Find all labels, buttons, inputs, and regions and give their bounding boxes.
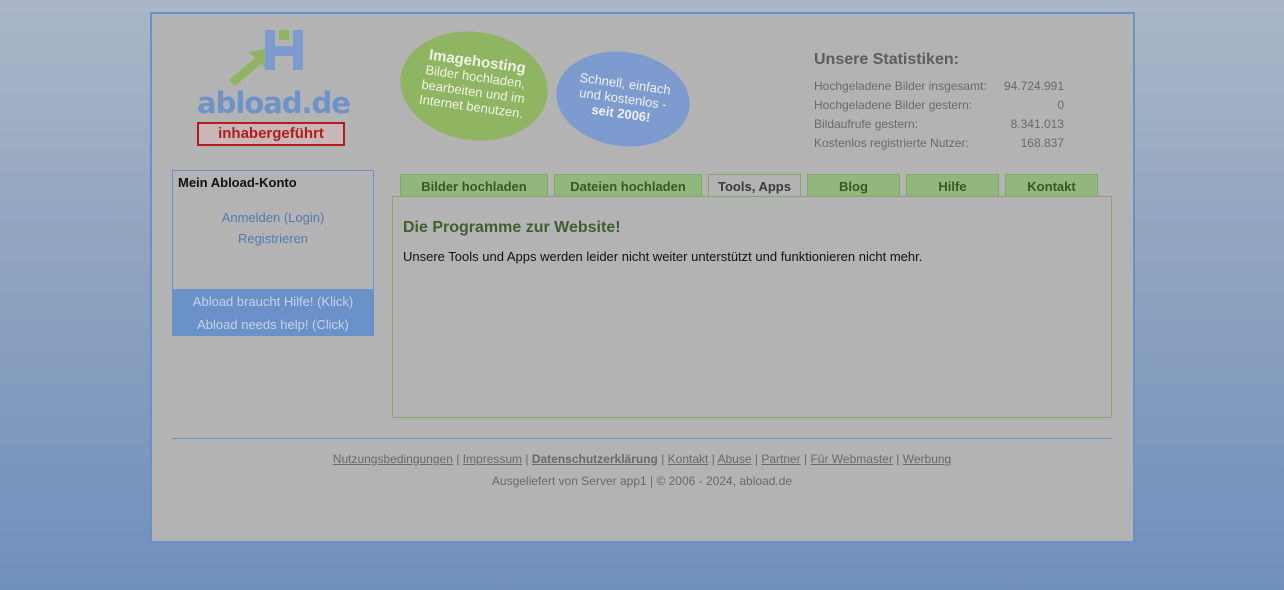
footer-link-kontakt[interactable]: Kontakt [668,452,709,466]
footer-link-nutzungsbedingungen[interactable]: Nutzungsbedingungen [333,452,453,466]
stat-row: Bildaufrufe gestern: 8.341.013 [814,115,1064,134]
footer-links: Nutzungsbedingungen | Impressum | Datens… [332,452,952,466]
stat-value: 168.837 [1020,136,1064,150]
register-link[interactable]: Registrieren [173,231,373,246]
stats-title: Unsere Statistiken: [814,51,959,68]
footer-note: Ausgeliefert von Server app1 | © 2006 - … [491,474,793,488]
help-box: Abload braucht Hilfe! (Klick) Abload nee… [172,290,374,336]
help-link-de[interactable]: Abload braucht Hilfe! (Klick) [172,290,374,313]
stat-label: Kostenlos registrierte Nutzer: [814,136,969,150]
footer-link-webmaster[interactable]: Für Webmaster [810,452,892,466]
stat-label: Hochgeladene Bilder gestern: [814,98,973,112]
content-heading: Die Programme zur Website! [403,219,621,236]
logo-badge: inhabergeführt [197,122,345,146]
footer-link-datenschutz[interactable]: Datenschutzerklärung [532,452,658,466]
stat-value: 8.341.013 [1010,117,1064,131]
footer-divider [172,438,1112,439]
tab-blog[interactable]: Blog [807,174,900,197]
logo-text: abload.de [197,86,351,120]
stat-value: 94.724.991 [1003,79,1064,93]
abload-logo[interactable]: abload.de inhabergeführt [197,28,351,148]
tab-kontakt[interactable]: Kontakt [1005,174,1098,197]
imagehosting-sticker: Imagehosting Bilder hochladen, bearbeite… [393,22,555,150]
tab-dateien-hochladen[interactable]: Dateien hochladen [554,174,702,197]
account-title: Mein Abload-Konto [178,175,297,190]
account-box: Mein Abload-Konto Anmelden (Login) Regis… [172,170,374,290]
content-panel: Die Programme zur Website! Unsere Tools … [392,196,1112,418]
stat-row: Hochgeladene Bilder insgesamt: 94.724.99… [814,77,1064,96]
statistics-panel: Unsere Statistiken: Hochgeladene Bilder … [814,51,1064,153]
stat-row: Hochgeladene Bilder gestern: 0 [814,96,1064,115]
stat-value: 0 [1057,98,1064,112]
stat-label: Hochgeladene Bilder insgesamt: [814,79,987,93]
footer-link-werbung[interactable]: Werbung [903,452,951,466]
since-2006-sticker: Schnell, einfach und kostenlos - seit 20… [550,43,696,155]
help-link-en[interactable]: Abload needs help! (Click) [172,313,374,336]
footer-link-abuse[interactable]: Abuse [717,452,751,466]
page-frame: abload.de inhabergeführt Imagehosting Bi… [150,12,1135,543]
footer-link-partner[interactable]: Partner [761,452,800,466]
logo-arrow-icon [229,30,303,86]
tab-hilfe[interactable]: Hilfe [906,174,999,197]
login-link[interactable]: Anmelden (Login) [173,210,373,225]
stat-label: Bildaufrufe gestern: [814,117,919,131]
stat-row: Kostenlos registrierte Nutzer: 168.837 [814,134,1064,153]
footer-link-impressum[interactable]: Impressum [463,452,522,466]
tab-bilder-hochladen[interactable]: Bilder hochladen [400,174,548,197]
content-text: Unsere Tools und Apps werden leider nich… [403,249,923,264]
